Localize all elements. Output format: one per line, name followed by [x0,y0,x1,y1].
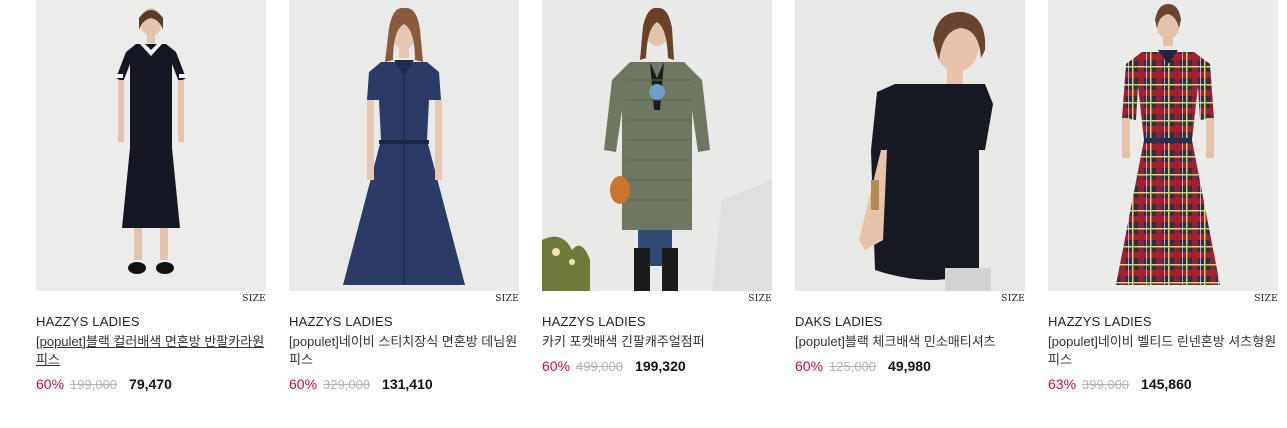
price-row: 60% 125,000 49,980 [795,358,1025,374]
price-row: 60% 499,000 199,320 [542,358,772,374]
product-card[interactable]: SIZE HAZZYS LADIES [populet]네이비 벨티드 린넨혼방… [1048,0,1278,392]
discount-rate: 60% [542,358,571,374]
model-black-sleeveless-tee-image [795,0,1025,291]
product-name[interactable]: [populet]블랙 체크배색 민소매티셔츠 [795,333,1025,353]
product-image[interactable] [795,0,1025,291]
original-price: 329,000 [323,377,371,392]
discount-rate: 60% [289,376,318,392]
size-label[interactable]: SIZE [36,291,266,308]
price-row: 60% 199,000 79,470 [36,376,266,392]
product-card[interactable]: SIZE HAZZYS LADIES 카키 포켓배색 긴팔캐주얼점퍼 60% 4… [542,0,772,392]
product-grid: SIZE HAZZYS LADIES [populet]블랙 컬러배색 면혼방 … [36,0,1287,392]
product-name[interactable]: [populet]블랙 컬러배색 면혼방 반팔카라원피스 [36,333,266,371]
product-card[interactable]: SIZE HAZZYS LADIES [populet]네이비 스티치장식 면혼… [289,0,519,392]
product-brand[interactable]: DAKS LADIES [795,314,1025,330]
product-brand[interactable]: HAZZYS LADIES [289,314,519,330]
product-image[interactable] [36,0,266,291]
discount-rate: 60% [795,358,824,374]
model-plaid-shirt-dress-image [1048,0,1278,291]
model-navy-denim-dress-image [289,0,519,291]
size-label[interactable]: SIZE [1048,291,1278,308]
sale-price: 131,410 [382,376,433,392]
product-name[interactable]: [populet]네이비 스티치장식 면혼방 데님원피스 [289,333,519,371]
size-label[interactable]: SIZE [542,291,772,308]
discount-rate: 60% [36,376,65,392]
original-price: 199,000 [70,377,118,392]
product-brand[interactable]: HAZZYS LADIES [542,314,772,330]
sale-price: 145,860 [1141,376,1192,392]
product-card[interactable]: SIZE HAZZYS LADIES [populet]블랙 컬러배색 면혼방 … [36,0,266,392]
price-row: 60% 329,000 131,410 [289,376,519,392]
product-name[interactable]: [populet]네이비 벨티드 린넨혼방 셔츠형원피스 [1048,333,1278,371]
price-row: 63% 399,000 145,860 [1048,376,1278,392]
product-card[interactable]: SIZE DAKS LADIES [populet]블랙 체크배색 민소매티셔츠… [795,0,1025,392]
product-brand[interactable]: HAZZYS LADIES [1048,314,1278,330]
original-price: 125,000 [829,359,877,374]
size-label[interactable]: SIZE [795,291,1025,308]
sale-price: 199,320 [635,358,686,374]
sale-price: 49,980 [888,358,931,374]
original-price: 499,000 [576,359,624,374]
sale-price: 79,470 [129,376,172,392]
product-name[interactable]: 카키 포켓배색 긴팔캐주얼점퍼 [542,333,772,353]
product-image[interactable] [542,0,772,291]
product-image[interactable] [289,0,519,291]
original-price: 399,000 [1082,377,1130,392]
discount-rate: 63% [1048,376,1077,392]
product-image[interactable] [1048,0,1278,291]
product-brand[interactable]: HAZZYS LADIES [36,314,266,330]
size-label[interactable]: SIZE [289,291,519,308]
model-khaki-quilted-jacket-image [542,0,772,291]
model-black-polo-dress-image [36,0,266,291]
